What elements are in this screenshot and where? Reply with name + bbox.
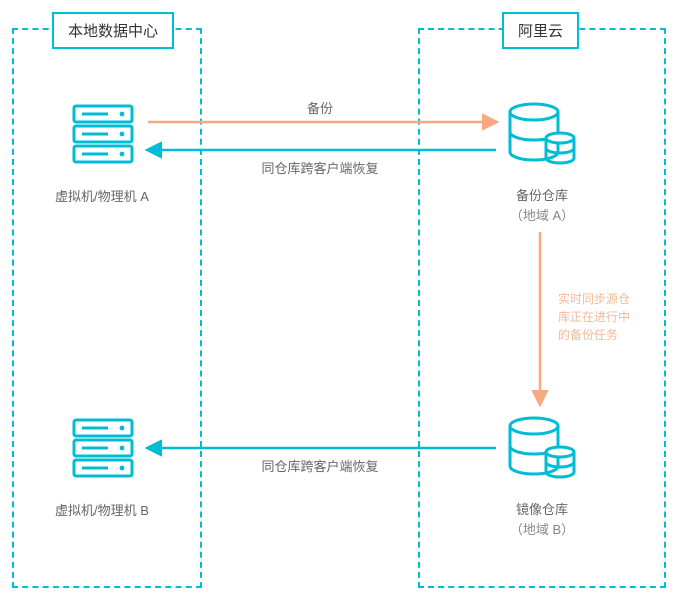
restore-b-label: 同仓库跨客户端恢复 xyxy=(230,456,410,475)
backup-label: 备份 xyxy=(290,98,350,117)
vault-a-name: 备份仓库 xyxy=(516,188,568,203)
sync-line1: 实时同步源仓 xyxy=(558,292,630,306)
sync-line3: 的备份任务 xyxy=(558,328,618,342)
vm-a-label: 虚拟机/物理机 A xyxy=(32,186,172,205)
vault-b-name: 镜像仓库 xyxy=(516,502,568,517)
region-local-title: 本地数据中心 xyxy=(52,12,174,49)
vault-b-label: 镜像仓库 （地域 B） xyxy=(472,500,612,539)
vm-b-label: 虚拟机/物理机 B xyxy=(32,500,172,519)
restore-a-label: 同仓库跨客户端恢复 xyxy=(230,158,410,177)
vault-b-region: （地域 B） xyxy=(510,522,574,537)
database-icon xyxy=(504,100,578,170)
vault-a-label: 备份仓库 （地域 A） xyxy=(472,186,612,225)
server-icon xyxy=(68,100,138,170)
diagram-canvas: 本地数据中心 阿里云 虚拟机/物理机 A 虚拟机 xyxy=(0,0,679,612)
database-icon xyxy=(504,414,578,484)
sync-line2: 库正在进行中 xyxy=(558,310,630,324)
server-icon xyxy=(68,414,138,484)
region-cloud-title: 阿里云 xyxy=(502,12,579,49)
sync-label: 实时同步源仓 库正在进行中 的备份任务 xyxy=(558,290,638,344)
vault-a-region: （地域 A） xyxy=(510,208,574,223)
